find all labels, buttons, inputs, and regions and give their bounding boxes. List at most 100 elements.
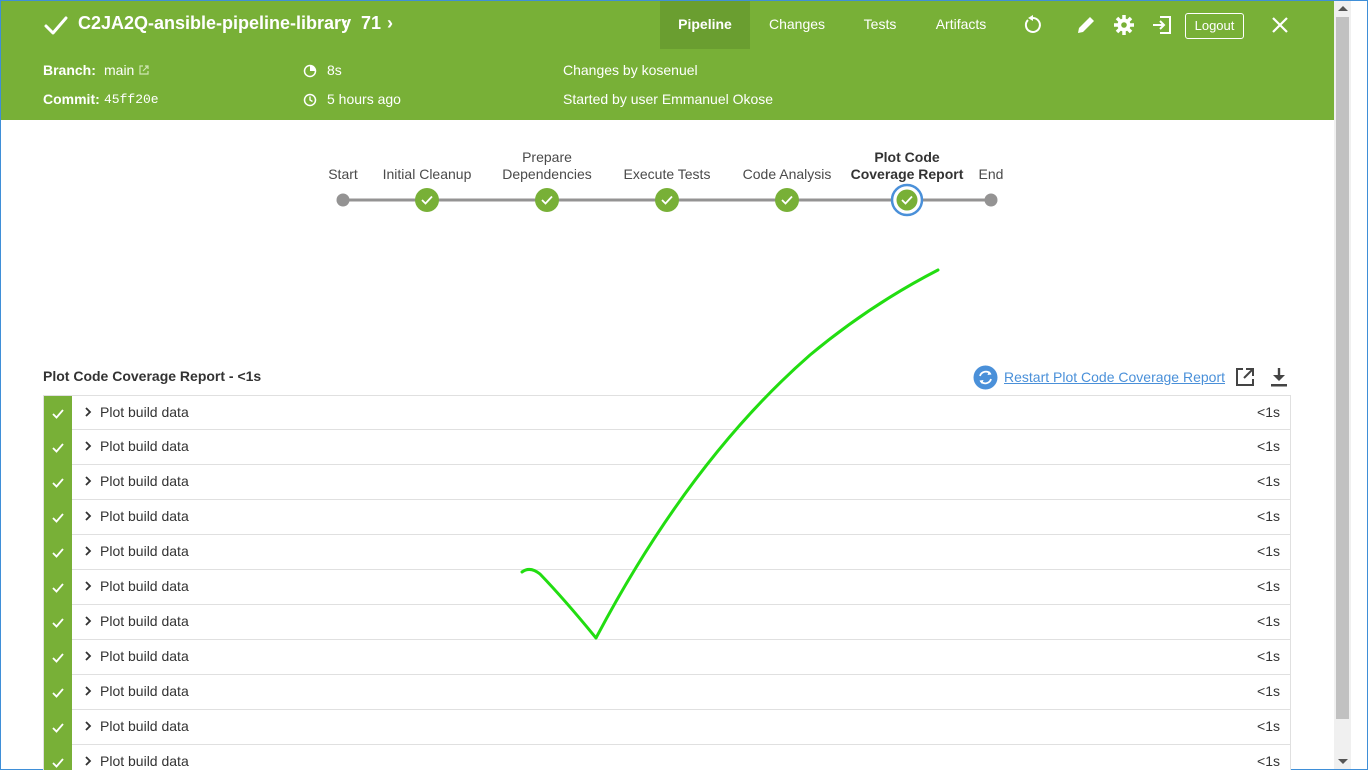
- clock-icon: [303, 93, 317, 107]
- step-duration: <1s: [1257, 648, 1280, 664]
- step-row[interactable]: Plot build data <1s: [43, 640, 1291, 675]
- restart-stage-link[interactable]: Restart Plot Code Coverage Report: [1004, 369, 1225, 385]
- step-success-status: [44, 430, 72, 465]
- gear-icon[interactable]: [1113, 14, 1135, 36]
- open-log-icon[interactable]: [1234, 366, 1256, 388]
- step-row[interactable]: Plot build data <1s: [43, 430, 1291, 465]
- step-row[interactable]: Plot build data <1s: [43, 465, 1291, 500]
- download-icon[interactable]: [1268, 366, 1290, 388]
- step-success-status: [44, 535, 72, 570]
- pipeline-graph-canvas: [336, 183, 998, 217]
- changes-by: Changes by kosenuel: [563, 62, 698, 78]
- step-success-status: [44, 640, 72, 675]
- started-by: Started by user Emmanuel Okose: [563, 91, 774, 107]
- check-icon: [52, 653, 64, 663]
- chevron-right-icon[interactable]: [81, 614, 95, 628]
- check-icon: [52, 723, 64, 733]
- step-name: Plot build data: [100, 578, 189, 594]
- check-icon: [52, 618, 64, 628]
- step-duration: <1s: [1257, 683, 1280, 699]
- step-duration: <1s: [1257, 508, 1280, 524]
- step-row[interactable]: Plot build data <1s: [43, 570, 1291, 605]
- chevron-right-icon[interactable]: [81, 474, 95, 488]
- chevron-right-icon[interactable]: [81, 405, 95, 419]
- step-panel-title: Plot Code Coverage Report - <1s: [43, 368, 262, 384]
- stage-node-code-analysis[interactable]: [775, 188, 799, 212]
- check-icon: [52, 583, 64, 593]
- chevron-right-icon[interactable]: [81, 684, 95, 698]
- step-name: Plot build data: [100, 473, 189, 489]
- step-row[interactable]: Plot build data <1s: [43, 535, 1291, 570]
- step-name: Plot build data: [100, 718, 189, 734]
- stage-node-execute-tests[interactable]: [655, 188, 679, 212]
- step-name: Plot build data: [100, 648, 189, 664]
- step-duration: <1s: [1257, 543, 1280, 559]
- scroll-down-icon[interactable]: [1338, 759, 1348, 764]
- stage-node-plot-code-coverage-report[interactable]: [890, 183, 924, 217]
- stage-node-end: [984, 193, 998, 207]
- pipeline-graph: Start Initial Cleanup Prepare Dependencies E…: [0, 120, 1334, 360]
- check-icon: [52, 409, 64, 419]
- vertical-scrollbar[interactable]: [1334, 1, 1351, 769]
- previous-run-icon[interactable]: ‹: [342, 13, 348, 34]
- step-row[interactable]: Plot build data <1s: [43, 395, 1291, 431]
- step-success-status: [44, 675, 72, 710]
- branch-label: Branch:: [43, 62, 96, 78]
- started-ago: 5 hours ago: [327, 91, 401, 107]
- step-name: Plot build data: [100, 508, 189, 524]
- tab-tests[interactable]: Tests: [853, 1, 907, 49]
- edit-icon[interactable]: [1075, 14, 1097, 36]
- step-success-status: [44, 500, 72, 535]
- tab-artifacts[interactable]: Artifacts: [926, 1, 996, 49]
- step-name: Plot build data: [100, 543, 189, 559]
- stage-node-initial-cleanup[interactable]: [415, 188, 439, 212]
- scroll-thumb[interactable]: [1336, 17, 1349, 719]
- step-success-status: [44, 745, 72, 770]
- run-number: 71: [361, 13, 382, 33]
- step-list: Plot build data <1s Plot build data <1s Plot…: [43, 395, 1291, 770]
- scroll-up-icon[interactable]: [1338, 6, 1348, 11]
- step-duration: <1s: [1257, 578, 1280, 594]
- step-name: Plot build data: [100, 613, 189, 629]
- chevron-right-icon[interactable]: [81, 754, 95, 768]
- step-duration: <1s: [1257, 438, 1280, 454]
- commit-value[interactable]: 45ff20e: [104, 92, 159, 107]
- next-run-icon[interactable]: ›: [387, 13, 393, 34]
- step-row[interactable]: Plot build data <1s: [43, 710, 1291, 745]
- replay-icon[interactable]: [1022, 14, 1044, 36]
- step-name: Plot build data: [100, 404, 189, 420]
- chevron-right-icon[interactable]: [81, 579, 95, 593]
- step-name: Plot build data: [100, 438, 189, 454]
- external-link-icon[interactable]: [138, 64, 150, 76]
- step-duration: <1s: [1257, 404, 1280, 420]
- check-icon: [52, 548, 64, 558]
- logout-button[interactable]: Logout: [1185, 13, 1244, 39]
- stage-node-prepare-dependencies[interactable]: [535, 188, 559, 212]
- step-row[interactable]: Plot build data <1s: [43, 675, 1291, 710]
- commit-label: Commit:: [43, 91, 100, 107]
- exit-icon[interactable]: [1151, 14, 1173, 36]
- tab-changes[interactable]: Changes: [761, 1, 833, 49]
- tab-pipeline[interactable]: Pipeline: [660, 1, 750, 49]
- close-icon[interactable]: [1269, 14, 1291, 36]
- chevron-right-icon[interactable]: [81, 509, 95, 523]
- check-icon: [52, 478, 64, 488]
- chevron-right-icon[interactable]: [81, 649, 95, 663]
- step-name: Plot build data: [100, 683, 189, 699]
- pipeline-title: C2JA2Q-ansible-pipeline-library: [78, 13, 352, 33]
- step-row[interactable]: Plot build data <1s: [43, 605, 1291, 640]
- chevron-right-icon[interactable]: [81, 544, 95, 558]
- step-row[interactable]: Plot build data <1s: [43, 500, 1291, 535]
- check-icon: [52, 758, 64, 768]
- step-success-status: [44, 570, 72, 605]
- step-success-status: [44, 605, 72, 640]
- step-duration: <1s: [1257, 718, 1280, 734]
- chevron-right-icon[interactable]: [81, 719, 95, 733]
- step-duration: <1s: [1257, 613, 1280, 629]
- chevron-right-icon[interactable]: [81, 439, 95, 453]
- step-success-status: [44, 465, 72, 500]
- step-success-status: [44, 710, 72, 745]
- step-row[interactable]: Plot build data <1s: [43, 745, 1291, 770]
- restart-icon[interactable]: [973, 365, 998, 390]
- duration-icon: [303, 64, 317, 78]
